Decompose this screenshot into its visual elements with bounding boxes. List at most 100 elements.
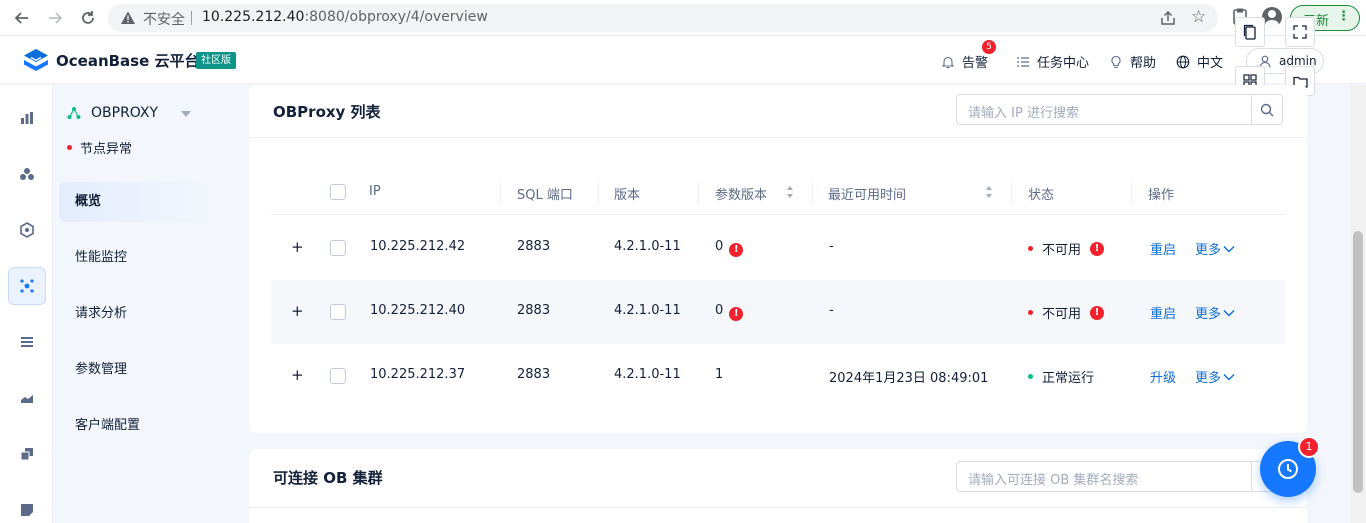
node-status-label: 节点异常 [80,142,133,157]
rail-packages[interactable] [8,435,46,473]
more-label: 更多 [1195,243,1222,258]
restart-link[interactable]: 重启 [1150,303,1176,322]
note-icon [21,504,33,516]
select-all-checkbox[interactable] [330,184,346,200]
cell-version: 4.2.1.0-11 [614,367,681,382]
cell-ip: 10.225.212.42 [370,239,466,254]
address-bar[interactable]: 不安全 10.225.212.40:8080/obproxy/4/overvie… [108,4,1218,32]
chevron-down-icon [1223,373,1235,380]
menu-item-overview[interactable]: 概览 [59,182,211,222]
area-chart-icon [21,395,33,403]
bookmark-star-icon[interactable]: ☆ [1191,7,1206,27]
globe-icon [1176,55,1190,68]
cell-param-version: 0! [715,239,744,257]
status-dot [67,145,72,150]
ip-search-input[interactable]: 请输入 IP 进行搜索 [956,94,1283,125]
more-dropdown[interactable]: 更多 [1195,367,1235,386]
column-separator [598,182,599,204]
error-icon[interactable]: ! [729,307,744,321]
task-center-button[interactable]: 任务中心 [1016,52,1089,71]
error-icon[interactable]: ! [1090,305,1105,320]
expand-row-icon[interactable]: + [291,238,304,256]
cluster-search-placeholder: 请输入可连接 OB 集群名搜索 [968,473,1139,488]
more-label: 更多 [1195,307,1222,322]
alerts-button[interactable]: 告警 [941,52,988,71]
restart-link[interactable]: 重启 [1150,239,1176,258]
cell-last-available: - [829,303,834,318]
cluster-selector[interactable]: OBPROXY [67,105,158,121]
copy-icon [1243,24,1256,40]
fab-count-badge: 1 [1298,436,1320,458]
kebab-menu-icon: ⋮ [1337,9,1350,24]
column-separator [1131,182,1132,204]
status-dot [1028,374,1033,379]
fullscreen-icon [1293,25,1307,39]
list-icon [21,337,33,347]
stack-icon [20,448,33,461]
more-dropdown[interactable]: 更多 [1195,303,1235,322]
language-switch[interactable]: 中文 [1176,52,1223,71]
browser-toolbar: 不安全 10.225.212.40:8080/obproxy/4/overvie… [0,0,1366,36]
help-button[interactable]: 帮助 [1109,52,1156,71]
param-version-value: 0 [715,303,724,318]
rail-tenants[interactable] [8,211,46,249]
url-host: 10.225.212.40 [202,9,305,25]
back-icon[interactable] [10,6,34,30]
cell-sql-port: 2883 [517,303,551,318]
row-checkbox[interactable] [330,368,346,384]
scrollbar-thumb[interactable] [1353,231,1363,493]
obproxy-icon [20,279,34,293]
menu-item-parameters[interactable]: 参数管理 [59,350,211,390]
expand-row-icon[interactable]: + [291,302,304,320]
rail-notes[interactable] [8,491,46,523]
node-status: 节点异常 [67,138,132,157]
task-center-label: 任务中心 [1037,56,1090,71]
error-icon[interactable]: ! [729,243,744,257]
cell-status: 不可用! [1028,303,1105,322]
rail-hosts[interactable] [8,323,46,361]
row-checkbox[interactable] [330,240,346,256]
reload-icon[interactable] [76,6,100,30]
rail-monitoring[interactable] [8,379,46,417]
cell-param-version: 0! [715,303,744,321]
forward-icon[interactable] [43,6,67,30]
menu-item-client-config[interactable]: 客户端配置 [59,406,211,446]
url-path: :8080/obproxy/4/overview [304,9,488,25]
menu-item-performance[interactable]: 性能监控 [59,238,211,278]
search-button[interactable] [1251,95,1282,124]
cell-ip: 10.225.212.40 [370,303,466,318]
menu-item-request-analysis[interactable]: 请求分析 [59,294,211,334]
row-checkbox[interactable] [330,304,346,320]
rail-overview[interactable] [8,99,46,137]
error-icon[interactable]: ! [1090,241,1105,256]
cell-version: 4.2.1.0-11 [614,239,681,254]
fullscreen-button[interactable] [1285,17,1315,47]
rail-obproxy[interactable] [8,267,46,305]
upgrade-link[interactable]: 升级 [1150,367,1176,386]
expand-row-icon[interactable]: + [291,366,304,384]
profile-icon[interactable] [1262,7,1282,27]
more-dropdown[interactable]: 更多 [1195,239,1235,258]
cluster-search-input[interactable]: 请输入可连接 OB 集群名搜索 [956,461,1283,492]
rail-clusters[interactable] [8,155,46,193]
column-last-available[interactable]: 最近可用时间 [828,184,906,203]
cell-last-available: - [829,239,834,254]
copy-button[interactable] [1235,17,1265,47]
chevron-down-icon [1223,309,1235,316]
sort-icon[interactable] [786,184,794,200]
app-header: OceanBase 云平台 社区版 告警 5 任务中心 帮助 中文 admin [0,36,1366,84]
caret-down-icon[interactable] [181,111,191,117]
address-divider [191,11,192,25]
page-scrollbar[interactable] [1350,85,1366,523]
more-label: 更多 [1195,371,1222,386]
cell-param-version: 1 [715,367,724,382]
status-dot [1028,246,1033,251]
column-separator [500,182,501,204]
sort-icon[interactable] [985,184,993,200]
cell-status: 正常运行 [1028,367,1094,386]
task-list-icon [1017,56,1029,67]
share-icon[interactable] [1159,9,1177,27]
column-separator [1011,182,1012,204]
column-param-version[interactable]: 参数版本 [715,184,767,203]
icon-rail [0,85,53,523]
